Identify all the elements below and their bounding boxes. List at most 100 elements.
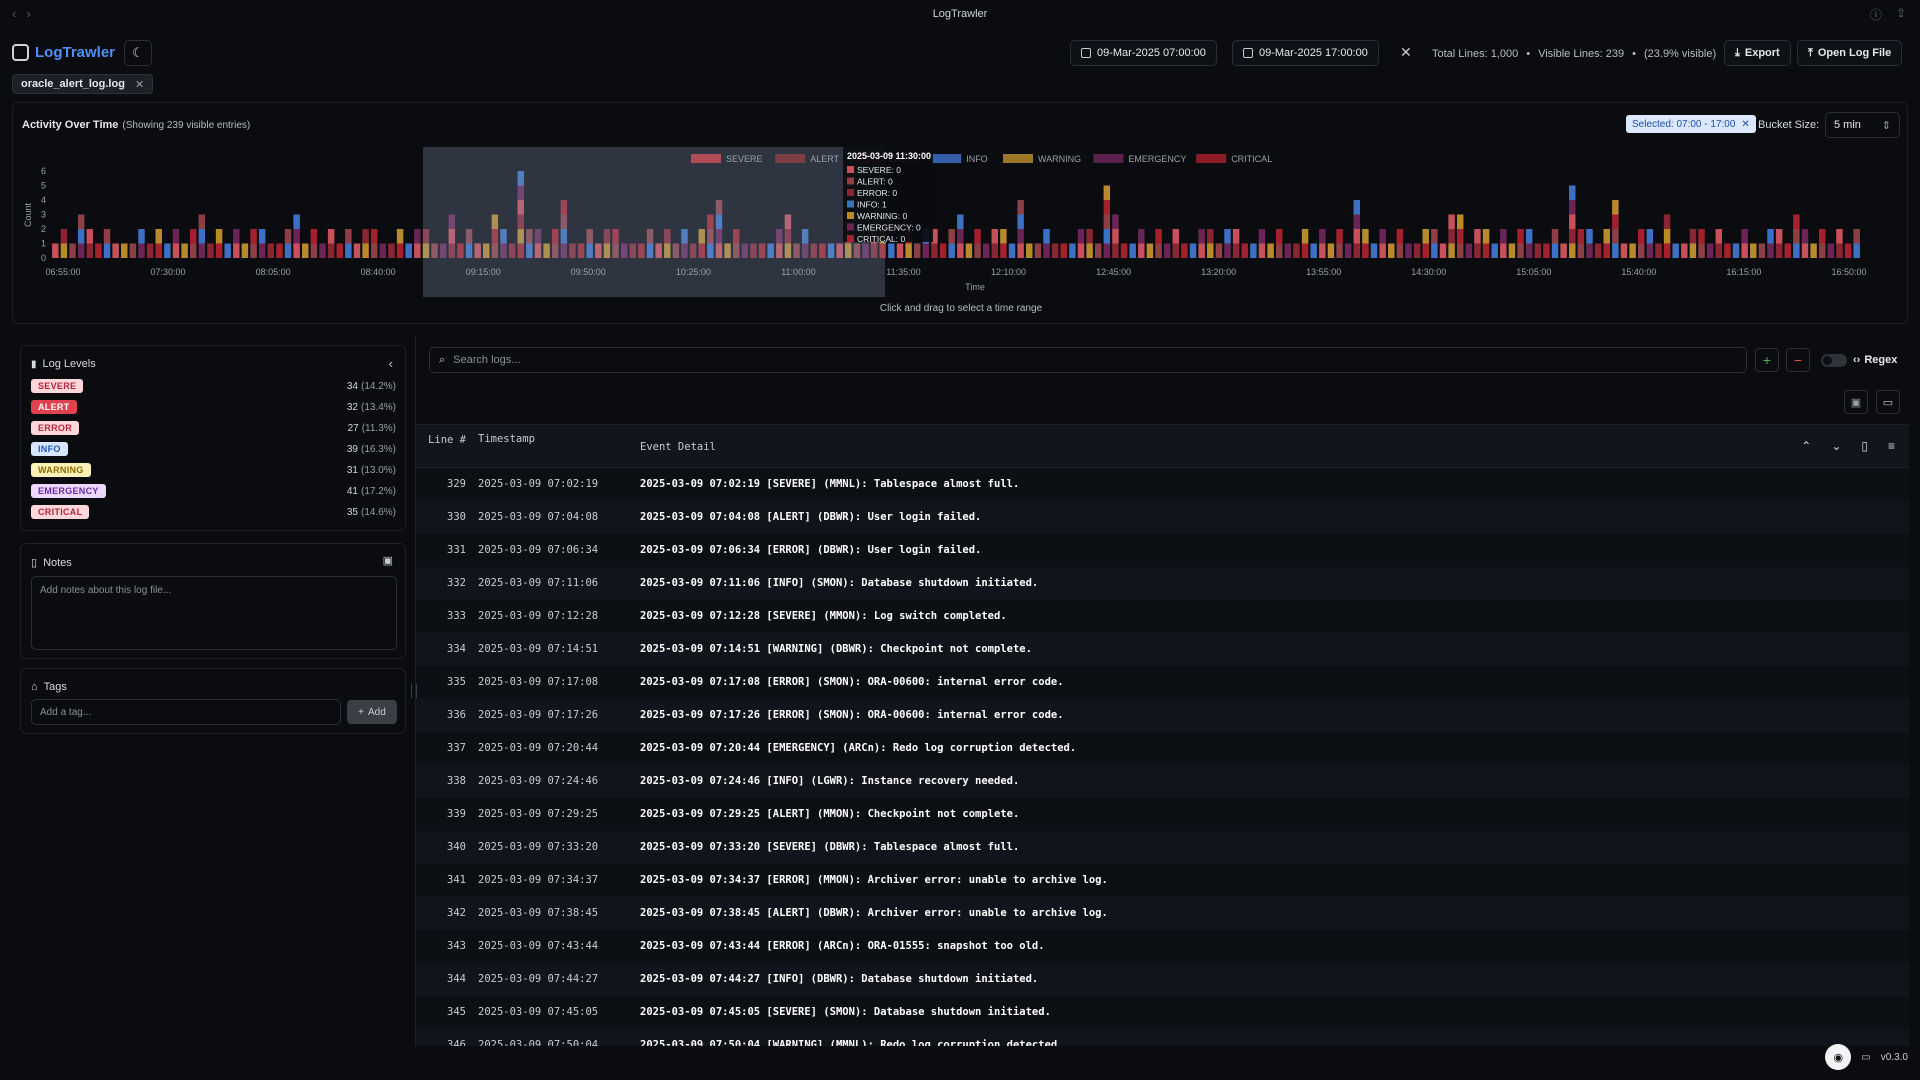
chart-bar-segment bbox=[1698, 229, 1705, 244]
chart-bar-segment bbox=[310, 243, 318, 258]
chart-bar-segment bbox=[1207, 229, 1214, 244]
table-row[interactable]: 331 2025-03-09 07:06:34 2025-03-09 07:06:3… bbox=[416, 534, 1909, 567]
timestamp-cell: 2025-03-09 07:17:08 bbox=[478, 676, 599, 688]
chart-bar-segment bbox=[327, 243, 335, 258]
chart-bar-segment bbox=[1775, 229, 1783, 244]
chart-bar-segment bbox=[913, 243, 921, 258]
table-row[interactable]: 346 2025-03-09 07:50:04 2025-03-09 07:50:0… bbox=[416, 1029, 1909, 1046]
log-level-badge[interactable]: EMERGENCY bbox=[31, 484, 106, 498]
chart-bar-segment bbox=[1138, 229, 1145, 244]
theme-toggle-button[interactable]: ☾ bbox=[124, 40, 152, 66]
chart-bar-segment bbox=[1396, 243, 1404, 258]
chart-bar-segment bbox=[241, 243, 249, 258]
log-level-badge[interactable]: INFO bbox=[31, 442, 68, 456]
table-row[interactable]: 329 2025-03-09 07:02:19 2025-03-09 07:02:1… bbox=[416, 468, 1909, 501]
close-tab-icon[interactable]: ✕ bbox=[135, 78, 144, 91]
table-row[interactable]: 337 2025-03-09 07:20:44 2025-03-09 07:20:4… bbox=[416, 732, 1909, 765]
table-row[interactable]: 344 2025-03-09 07:44:27 2025-03-09 07:44:2… bbox=[416, 963, 1909, 996]
line-number-cell: 343 bbox=[447, 940, 466, 952]
share-icon[interactable]: ⇪ bbox=[1896, 6, 1906, 23]
chart-bar-segment bbox=[1448, 229, 1455, 244]
table-row[interactable]: 345 2025-03-09 07:45:05 2025-03-09 07:45:0… bbox=[416, 996, 1909, 1029]
regex-toggle[interactable] bbox=[1821, 354, 1847, 367]
activity-bar-chart[interactable]: 0 1 2 3 4 5 6 Count 06:55:00 07:30:00 08:05:00 08:4… bbox=[13, 103, 1909, 325]
search-input[interactable]: ⌕ Search logs... bbox=[429, 347, 1747, 373]
table-row[interactable]: 343 2025-03-09 07:43:44 2025-03-09 07:43:4… bbox=[416, 930, 1909, 963]
log-level-row[interactable]: WARNING 31 (13.0%) bbox=[31, 462, 396, 478]
export-button[interactable]: ⤓ Export bbox=[1724, 40, 1791, 66]
table-row[interactable]: 342 2025-03-09 07:38:45 2025-03-09 07:38:4… bbox=[416, 897, 1909, 930]
tooltip-swatch bbox=[847, 200, 854, 208]
chart-bar-segment bbox=[1336, 229, 1343, 244]
start-date-button[interactable]: 09-Mar-2025 07:00:00 bbox=[1070, 40, 1217, 66]
clear-date-range-icon[interactable]: ✕ bbox=[1400, 44, 1412, 61]
notes-title: Notes bbox=[43, 556, 72, 569]
add-tag-button[interactable]: + Add bbox=[347, 700, 397, 724]
chart-bar-segment bbox=[1465, 243, 1473, 258]
table-row[interactable]: 332 2025-03-09 07:11:06 2025-03-09 07:11:0… bbox=[416, 567, 1909, 600]
bookmark-icon[interactable]: ▯ bbox=[1861, 439, 1868, 453]
log-level-row[interactable]: INFO 39 (16.3%) bbox=[31, 441, 396, 457]
zoom-in-button[interactable]: + bbox=[1755, 348, 1779, 372]
log-level-badge[interactable]: ALERT bbox=[31, 400, 77, 414]
timestamp-cell: 2025-03-09 07:43:44 bbox=[478, 940, 599, 952]
scroll-top-icon[interactable]: ⌃ bbox=[1801, 439, 1811, 453]
line-number-cell: 333 bbox=[447, 610, 466, 622]
chart-bar-segment bbox=[1551, 243, 1559, 258]
tooltip-swatch bbox=[847, 166, 854, 173]
chart-bar-segment bbox=[1026, 243, 1033, 258]
log-level-row[interactable]: EMERGENCY 41 (17.2%) bbox=[31, 483, 396, 499]
log-level-row[interactable]: ERROR 27 (11.3%) bbox=[31, 420, 396, 436]
chart-bar-segment bbox=[1103, 185, 1111, 200]
chart-bar-segment bbox=[129, 243, 137, 258]
chart-bar-segment bbox=[1370, 243, 1378, 258]
chart-bar-segment bbox=[1500, 243, 1507, 258]
table-row[interactable]: 334 2025-03-09 07:14:51 2025-03-09 07:14:5… bbox=[416, 633, 1909, 666]
log-level-row[interactable]: SEVERE 34 (14.2%) bbox=[31, 378, 396, 394]
table-row[interactable]: 336 2025-03-09 07:17:26 2025-03-09 07:17:2… bbox=[416, 699, 1909, 732]
tag-input[interactable]: Add a tag... bbox=[31, 699, 341, 725]
log-level-badge[interactable]: ERROR bbox=[31, 421, 80, 435]
table-row[interactable]: 335 2025-03-09 07:17:08 2025-03-09 07:17:0… bbox=[416, 666, 1909, 699]
open-filter-button[interactable]: ▭ bbox=[1876, 390, 1900, 414]
open-log-file-button[interactable]: ⤒ Open Log File bbox=[1797, 40, 1903, 66]
chart-bar-segment bbox=[155, 243, 162, 258]
chart-bar-segment bbox=[1241, 243, 1248, 258]
save-notes-icon[interactable]: ▣ bbox=[383, 554, 393, 567]
collapse-sidebar-icon[interactable]: ‹ bbox=[389, 356, 393, 371]
notes-textarea[interactable]: Add notes about this log file... bbox=[31, 576, 397, 650]
table-row[interactable]: 339 2025-03-09 07:29:25 2025-03-09 07:29:2… bbox=[416, 798, 1909, 831]
log-level-badge[interactable]: SEVERE bbox=[31, 379, 84, 393]
log-level-row[interactable]: CRITICAL 35 (14.6%) bbox=[31, 504, 396, 520]
info-icon[interactable]: ⓘ bbox=[1870, 6, 1882, 23]
chart-bar-segment bbox=[1224, 229, 1231, 244]
zoom-out-button[interactable]: − bbox=[1786, 348, 1810, 372]
table-row[interactable]: 340 2025-03-09 07:33:20 2025-03-09 07:33:2… bbox=[416, 831, 1909, 864]
table-row[interactable]: 330 2025-03-09 07:04:08 2025-03-09 07:04:0… bbox=[416, 501, 1909, 534]
table-row[interactable]: 338 2025-03-09 07:24:46 2025-03-09 07:24:4… bbox=[416, 765, 1909, 798]
chart-bar-segment bbox=[1353, 229, 1361, 244]
wrap-lines-icon[interactable]: ≡ bbox=[1888, 439, 1895, 453]
chart-bar-segment bbox=[207, 243, 214, 258]
log-level-row[interactable]: ALERT 32 (13.4%) bbox=[31, 399, 396, 415]
chart-bar-segment bbox=[1637, 229, 1645, 244]
assistant-icon[interactable]: ◉ bbox=[1825, 1044, 1852, 1070]
chart-bar-segment bbox=[1853, 243, 1860, 258]
forward-arrow-icon[interactable]: › bbox=[26, 6, 30, 21]
save-filter-button[interactable]: ▣ bbox=[1844, 390, 1868, 414]
table-row[interactable]: 341 2025-03-09 07:34:37 2025-03-09 07:34:3… bbox=[416, 864, 1909, 897]
resize-handle-icon[interactable] bbox=[411, 684, 417, 698]
event-detail-cell: 2025-03-09 07:33:20 [SEVERE] (DBWR): Tab… bbox=[640, 841, 1020, 853]
back-arrow-icon[interactable]: ‹ bbox=[12, 6, 16, 21]
chart-bar-segment bbox=[1258, 243, 1266, 258]
end-date-button[interactable]: 09-Mar-2025 17:00:00 bbox=[1232, 40, 1379, 66]
chart-bar-segment bbox=[1448, 243, 1455, 258]
log-level-badge[interactable]: CRITICAL bbox=[31, 505, 90, 519]
log-level-badge[interactable]: WARNING bbox=[31, 463, 91, 477]
scroll-bottom-icon[interactable]: ⌄ bbox=[1831, 439, 1841, 453]
chart-bar-segment bbox=[1577, 243, 1585, 258]
file-tab[interactable]: oracle_alert_log.log ✕ bbox=[12, 74, 154, 94]
chart-bar-segment bbox=[1069, 243, 1076, 258]
table-row[interactable]: 333 2025-03-09 07:12:28 2025-03-09 07:12:2… bbox=[416, 600, 1909, 633]
chart-bar-segment bbox=[258, 243, 266, 258]
